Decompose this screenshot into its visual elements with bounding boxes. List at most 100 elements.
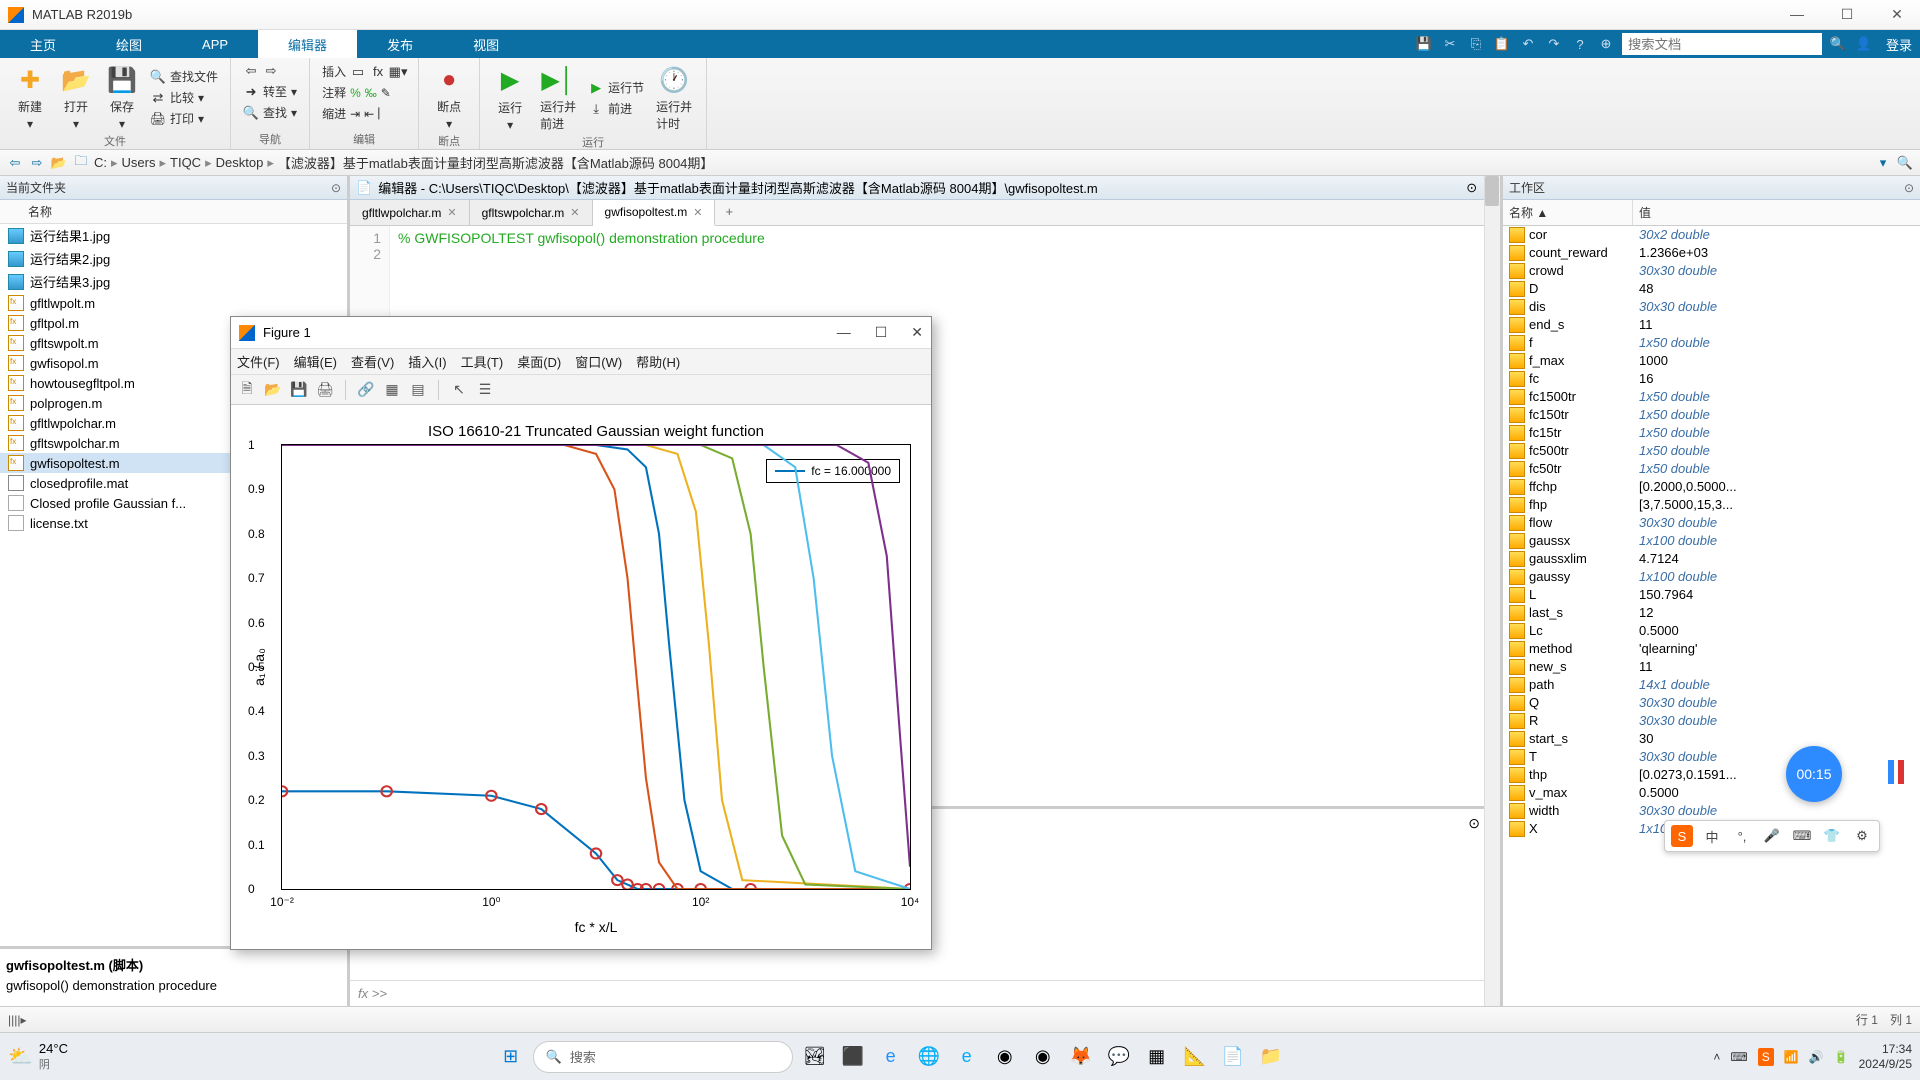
search-icon[interactable]: 🔍 <box>1828 34 1848 54</box>
workspace-row[interactable]: v_max0.5000 <box>1503 784 1920 802</box>
breadcrumb[interactable]: C:▸ Users▸ TIQC▸ Desktop▸ 【滤波器】基于matlab表… <box>94 153 713 172</box>
workspace-row[interactable]: L150.7964 <box>1503 586 1920 604</box>
browser-icon[interactable]: e <box>951 1041 983 1073</box>
open-fig-icon[interactable]: 📂 <box>263 380 283 400</box>
col-name-header[interactable]: 名称 <box>0 200 347 224</box>
ie-icon[interactable]: e <box>875 1041 907 1073</box>
cut-icon[interactable]: ✂ <box>1440 34 1460 54</box>
firefox-icon[interactable]: 🦊 <box>1065 1041 1097 1073</box>
ime-keyboard-icon[interactable]: ⌨ <box>1791 825 1813 847</box>
figure-menu-item[interactable]: 查看(V) <box>351 352 394 371</box>
ime-punct-icon[interactable]: °, <box>1731 825 1753 847</box>
minimize-button[interactable]: — <box>1782 6 1812 23</box>
pin-icon[interactable]: 📄 <box>356 180 372 196</box>
save-icon[interactable]: 💾 <box>1414 34 1434 54</box>
figure-menu-item[interactable]: 帮助(H) <box>636 352 680 371</box>
workspace-row[interactable]: end_s11 <box>1503 316 1920 334</box>
figure-menu-item[interactable]: 文件(F) <box>237 352 280 371</box>
taskbar-search[interactable]: 🔍搜索 <box>533 1041 793 1073</box>
breakpoint-button[interactable]: ●断点▾ <box>429 62 469 133</box>
workspace-row[interactable]: fc150tr1x50 double <box>1503 406 1920 424</box>
nav-arrows[interactable]: ⇦⇨ <box>241 62 299 80</box>
tab-editor[interactable]: 编辑器 <box>258 30 357 58</box>
file-row[interactable]: 运行结果1.jpg <box>0 224 347 247</box>
help-icon[interactable]: ? <box>1570 34 1590 54</box>
workspace-row[interactable]: method'qlearning' <box>1503 640 1920 658</box>
goto-button[interactable]: ➜转至▾ <box>241 82 299 101</box>
nav-back-icon[interactable]: ⇦ <box>6 154 24 172</box>
tray-wifi-icon[interactable]: 📶 <box>1784 1050 1799 1064</box>
advance-button[interactable]: ⤓前进 <box>586 99 646 118</box>
print-fig-icon[interactable]: 🖨 <box>315 380 335 400</box>
start-button[interactable]: ⊞ <box>495 1041 527 1073</box>
layout2-icon[interactable]: ▤ <box>408 380 428 400</box>
ws-col-name[interactable]: 名称 ▲ <box>1503 200 1633 225</box>
print-button[interactable]: 🖨打印▾ <box>148 109 220 128</box>
workspace-row[interactable]: fc50tr1x50 double <box>1503 460 1920 478</box>
ime-skin-icon[interactable]: 👕 <box>1821 825 1843 847</box>
copy-icon[interactable]: ⎘ <box>1466 34 1486 54</box>
nav-search-icon[interactable]: 🔍 <box>1896 154 1914 172</box>
tray-battery-icon[interactable]: 🔋 <box>1834 1050 1849 1064</box>
tab-plots[interactable]: 绘图 <box>86 30 172 58</box>
tab-close-icon[interactable]: ✕ <box>570 206 579 219</box>
maximize-button[interactable]: ☐ <box>1832 6 1862 23</box>
workspace-row[interactable]: Lc0.5000 <box>1503 622 1920 640</box>
explorer-icon[interactable]: 📁 <box>1255 1041 1287 1073</box>
ime-voice-icon[interactable]: 🎤 <box>1761 825 1783 847</box>
workspace-row[interactable]: thp[0.0273,0.1591... <box>1503 766 1920 784</box>
fig-minimize-button[interactable]: — <box>837 324 851 341</box>
close-button[interactable]: ✕ <box>1882 6 1912 23</box>
nav-fwd-icon[interactable]: ⇨ <box>28 154 46 172</box>
workspace-row[interactable]: path14x1 double <box>1503 676 1920 694</box>
new-button[interactable]: ✚新建▾ <box>10 62 50 133</box>
nav-browse-icon[interactable]: 🗀 <box>72 154 90 172</box>
file-row[interactable]: 运行结果2.jpg <box>0 247 347 270</box>
recording-timer[interactable]: 00:15 <box>1786 746 1842 802</box>
comment-button[interactable]: 注释 % ‰ ✎ <box>320 83 408 102</box>
workspace-row[interactable]: width30x30 double <box>1503 802 1920 820</box>
tray-chevron-icon[interactable]: ˄ <box>1713 1050 1720 1064</box>
tab-close-icon[interactable]: ✕ <box>693 206 702 219</box>
editor-scrollbar[interactable] <box>1484 226 1500 806</box>
workspace-row[interactable]: dis30x30 double <box>1503 298 1920 316</box>
tray-volume-icon[interactable]: 🔊 <box>1809 1050 1824 1064</box>
ime-toolbar[interactable]: S 中 °, 🎤 ⌨ 👕 ⚙ <box>1664 820 1880 852</box>
find-button[interactable]: 🔍查找▾ <box>241 103 299 122</box>
inspect-icon[interactable]: ☰ <box>475 380 495 400</box>
app-icon[interactable]: ⬛ <box>837 1041 869 1073</box>
notepad-icon[interactable]: 📄 <box>1217 1041 1249 1073</box>
workspace-row[interactable]: new_s11 <box>1503 658 1920 676</box>
figure-menu-item[interactable]: 窗口(W) <box>575 352 622 371</box>
search-docs-input[interactable] <box>1622 33 1822 55</box>
wechat-icon[interactable]: 💬 <box>1103 1041 1135 1073</box>
workspace-row[interactable]: R30x30 double <box>1503 712 1920 730</box>
user-icon[interactable]: 👤 <box>1854 34 1874 54</box>
tab-publish[interactable]: 发布 <box>357 30 443 58</box>
workspace-row[interactable]: last_s12 <box>1503 604 1920 622</box>
figure-menu-item[interactable]: 插入(I) <box>408 352 446 371</box>
editor-tab[interactable]: gfltlwpolchar.m✕ <box>350 200 470 225</box>
file-row[interactable]: gfltlwpolt.m <box>0 293 347 313</box>
workspace-row[interactable]: gaussxlim4.7124 <box>1503 550 1920 568</box>
ime-logo-icon[interactable]: S <box>1671 825 1693 847</box>
tab-close-icon[interactable]: ✕ <box>447 206 456 219</box>
figure-menu-item[interactable]: 工具(T) <box>461 352 504 371</box>
open-button[interactable]: 📂打开▾ <box>56 62 96 133</box>
save-button[interactable]: 💾保存▾ <box>102 62 142 133</box>
edge-icon[interactable]: 🌐 <box>913 1041 945 1073</box>
add-tab-button[interactable]: + <box>715 200 743 225</box>
matlab-icon[interactable]: 📐 <box>1179 1041 1211 1073</box>
figure-menu-item[interactable]: 编辑(E) <box>294 352 337 371</box>
fig-close-button[interactable]: ✕ <box>911 324 923 341</box>
run-button[interactable]: ▶运行▾ <box>490 63 530 134</box>
redo-icon[interactable]: ↷ <box>1544 34 1564 54</box>
ime-lang-icon[interactable]: 中 <box>1701 825 1723 847</box>
undo-icon[interactable]: ↶ <box>1518 34 1538 54</box>
command-prompt[interactable]: fx >> <box>350 980 1500 1006</box>
tray-ime-icon[interactable]: S <box>1758 1048 1774 1066</box>
recording-controls[interactable] <box>1888 760 1904 784</box>
workspace-row[interactable]: Q30x30 double <box>1503 694 1920 712</box>
workspace-row[interactable]: f1x50 double <box>1503 334 1920 352</box>
tab-view[interactable]: 视图 <box>443 30 529 58</box>
